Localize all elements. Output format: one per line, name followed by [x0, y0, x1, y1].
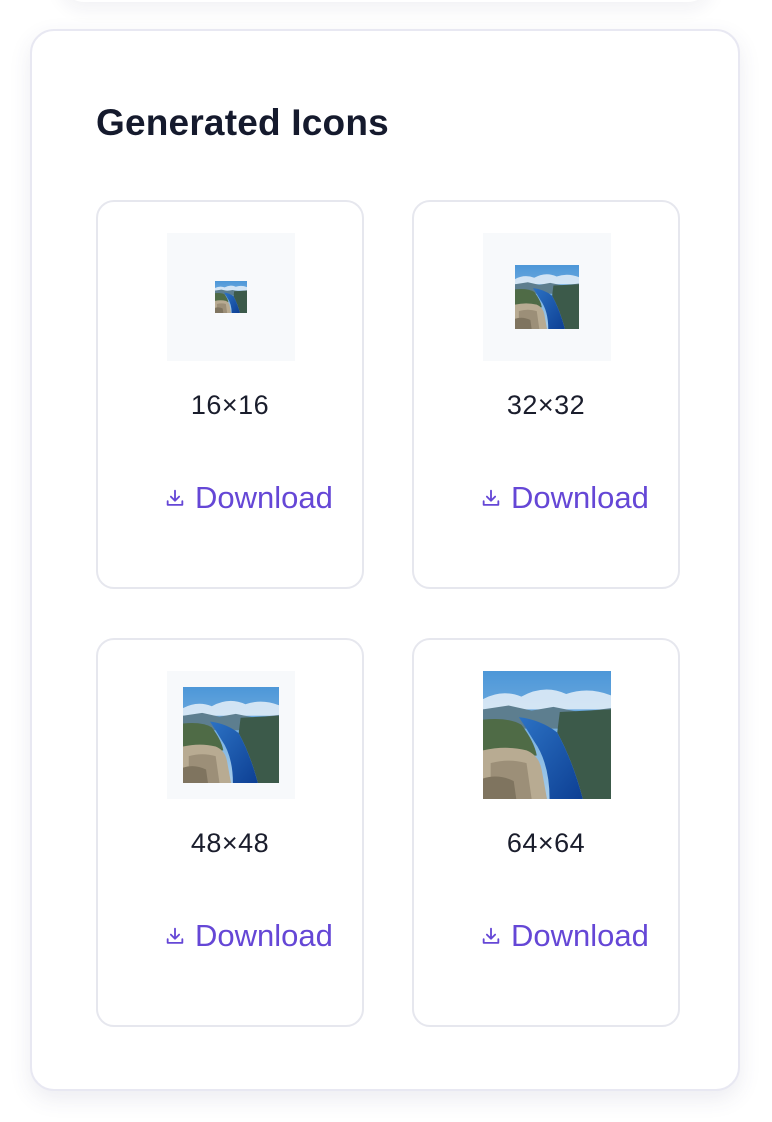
icon-card-32: 32×32 Download: [412, 200, 680, 589]
icon-preview: [167, 233, 295, 361]
download-icon: [164, 925, 186, 947]
download-label: Download: [511, 918, 649, 953]
download-button-16[interactable]: Download: [164, 478, 333, 518]
fjord-thumbnail-icon: [483, 671, 611, 799]
icon-size-label: 64×64: [506, 828, 586, 858]
download-label: Download: [195, 480, 333, 515]
icon-size-label: 32×32: [506, 390, 586, 420]
download-button-32[interactable]: Download: [480, 478, 649, 518]
download-button-48[interactable]: Download: [164, 916, 333, 956]
download-button-64[interactable]: Download: [480, 916, 649, 956]
download-icon: [164, 487, 186, 509]
download-label: Download: [195, 918, 333, 953]
icon-preview: [483, 671, 611, 799]
download-icon: [480, 925, 502, 947]
icon-card-16: 16×16 Download: [96, 200, 364, 589]
icon-preview: [483, 233, 611, 361]
panel-title: Generated Icons: [96, 102, 389, 143]
icon-preview: [167, 671, 295, 799]
fjord-thumbnail-icon: [515, 265, 579, 329]
download-icon: [480, 487, 502, 509]
generated-icons-panel: Generated Icons 16×16 Download 32×32 Dow…: [30, 29, 740, 1091]
fjord-thumbnail-icon: [215, 281, 247, 313]
icon-card-64: 64×64 Download: [412, 638, 680, 1027]
icon-card-48: 48×48 Download: [96, 638, 364, 1027]
previous-card-edge: [60, 0, 712, 2]
download-label: Download: [511, 480, 649, 515]
icon-size-label: 48×48: [190, 828, 270, 858]
icon-size-label: 16×16: [190, 390, 270, 420]
fjord-thumbnail-icon: [183, 687, 279, 783]
